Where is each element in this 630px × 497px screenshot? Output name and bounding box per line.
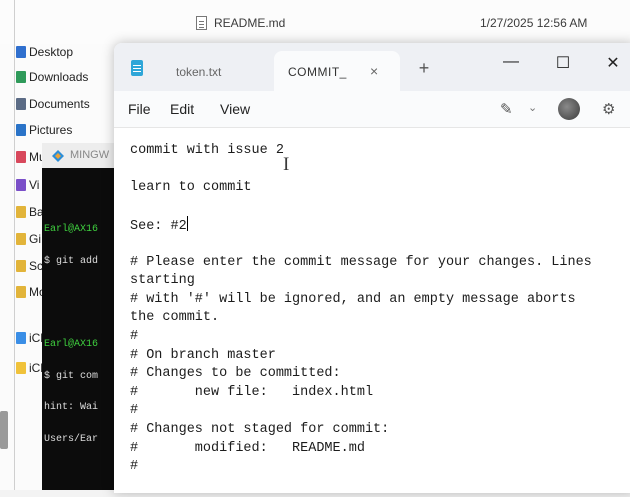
folder-icon [16,71,26,83]
file-row-readme[interactable]: README.md 1/27/2025 12:56 AM [196,14,630,34]
sidebar-item-label: Pictures [29,123,73,137]
terminal-window[interactable]: MINGW Earl@AX16 $ git add Earl@AX16 $ gi… [42,143,122,490]
terminal-block: Earl@AX16 $ git com hint: Wai Users/Ear [44,319,122,466]
terminal-output: Earl@AX16 $ git add Earl@AX16 $ git com … [44,183,122,497]
menu-bar: File Edit View ✎ ⌄ ⚙ [114,91,630,128]
editor-line: # Changes to be committed: [130,366,341,382]
editor-line-blank [130,198,630,217]
sidebar-item[interactable]: iCl [16,331,43,349]
menu-edit[interactable]: Edit [170,101,194,117]
explorer-divider [14,0,15,490]
avatar[interactable] [558,98,580,120]
folder-icon [16,206,26,218]
sidebar-item-label: Sc [29,259,44,273]
sidebar-item-label: iCl [29,361,43,375]
menu-view[interactable]: View [220,101,250,117]
folder-icon [16,151,26,163]
mingw-icon [52,150,64,162]
folder-icon [16,260,26,272]
editor-line: # [130,459,139,475]
notepad-titlebar[interactable]: token.txt COMMIT_ × + — ☐ ✕ [114,43,630,91]
editor-line: # On branch master [130,347,276,363]
terminal-command: $ git com [44,370,99,382]
sidebar-item[interactable]: iCl [16,361,43,379]
editor-line-blank [130,235,630,254]
sidebar-item[interactable]: Documents [16,97,90,115]
tab-token-txt[interactable]: token.txt [162,51,262,91]
terminal-block: Earl@AX16 $ git add [44,204,122,288]
terminal-hint-line: hint: Wai [44,402,99,413]
sidebar-item-label: Downloads [29,70,89,84]
tab-label: token.txt [176,65,222,79]
file-icon [196,16,207,30]
folder-icon [16,332,26,344]
editor-line: # Changes not staged for commit: [130,421,390,437]
folder-icon [16,124,26,136]
editor-content[interactable]: commit with issue 2 learn to commit See: #… [130,142,630,477]
editor-line: # modified: README.md [130,440,365,456]
sidebar-item[interactable]: Downloads [16,70,88,88]
ibeam-cursor-icon: I [283,154,290,175]
sidebar-item[interactable]: Desktop [16,45,73,63]
folder-icon [16,362,26,374]
folder-icon [16,233,26,245]
terminal-titlebar[interactable]: MINGW [42,143,122,168]
file-date-modified: 1/27/2025 12:56 AM [480,16,588,30]
terminal-command: $ git add [44,255,99,267]
sidebar-item[interactable]: Vi [16,178,39,196]
folder-icon [16,98,26,110]
editor-line: # [130,403,139,419]
sidebar-item-label: Gi [29,232,41,246]
file-name: README.md [214,16,286,30]
sidebar-item[interactable]: Sc [16,259,43,277]
sidebar-item-label: Vi [29,178,40,192]
tab-commit-editmsg[interactable]: COMMIT_ × [274,51,400,91]
text-editor-area[interactable]: commit with issue 2 learn to commit See: #… [114,128,630,493]
minimize-button[interactable]: — [498,53,524,71]
notepad-app-icon [131,60,143,76]
editor-line: commit with issue 2 [130,143,284,158]
sidebar-item[interactable]: Pictures [16,123,72,141]
sidebar-item-label: Desktop [29,45,74,59]
new-tab-button[interactable]: + [414,59,434,77]
editor-line: # new file: index.html [130,384,374,400]
maximize-button[interactable]: ☐ [550,53,576,73]
terminal-title: MINGW [70,149,110,161]
editor-line-blank [130,161,630,180]
tab-label: COMMIT_ [288,65,347,79]
gear-icon[interactable]: ⚙ [602,100,615,118]
chevron-down-icon[interactable]: ⌄ [528,101,537,114]
terminal-path-line: Users/Ear [44,433,99,445]
sidebar-item-label: iCl [29,331,43,345]
sidebar-item[interactable]: Ba [16,205,44,223]
terminal-prompt: Earl@AX16 [44,339,99,350]
menu-file[interactable]: File [128,101,151,117]
copilot-icon[interactable]: ✎ [500,100,513,118]
close-button[interactable]: ✕ [600,53,626,73]
sidebar-item[interactable]: Gi [16,232,41,250]
terminal-prompt: Earl@AX16 [44,224,99,235]
sidebar-item-label: Documents [29,97,90,111]
scrollbar-thumb[interactable] [0,411,8,449]
editor-line-text: See: #2 [130,219,187,235]
editor-line: # [130,328,139,344]
editor-line: # Please enter the commit message for yo… [130,254,592,270]
editor-line: the commit. [130,310,220,326]
editor-line: starting [130,273,195,289]
notepad-window[interactable]: token.txt COMMIT_ × + — ☐ ✕ File Edit Vi… [114,43,630,493]
tab-close-icon[interactable]: × [370,63,378,79]
folder-icon [16,46,26,58]
text-caret [186,216,188,232]
editor-line: learn to commit [130,180,252,196]
editor-line: # with '#' will be ignored, and an empty… [130,291,576,307]
folder-icon [16,179,26,191]
editor-line-with-caret: See: #2 [130,216,630,235]
folder-icon [16,286,26,298]
